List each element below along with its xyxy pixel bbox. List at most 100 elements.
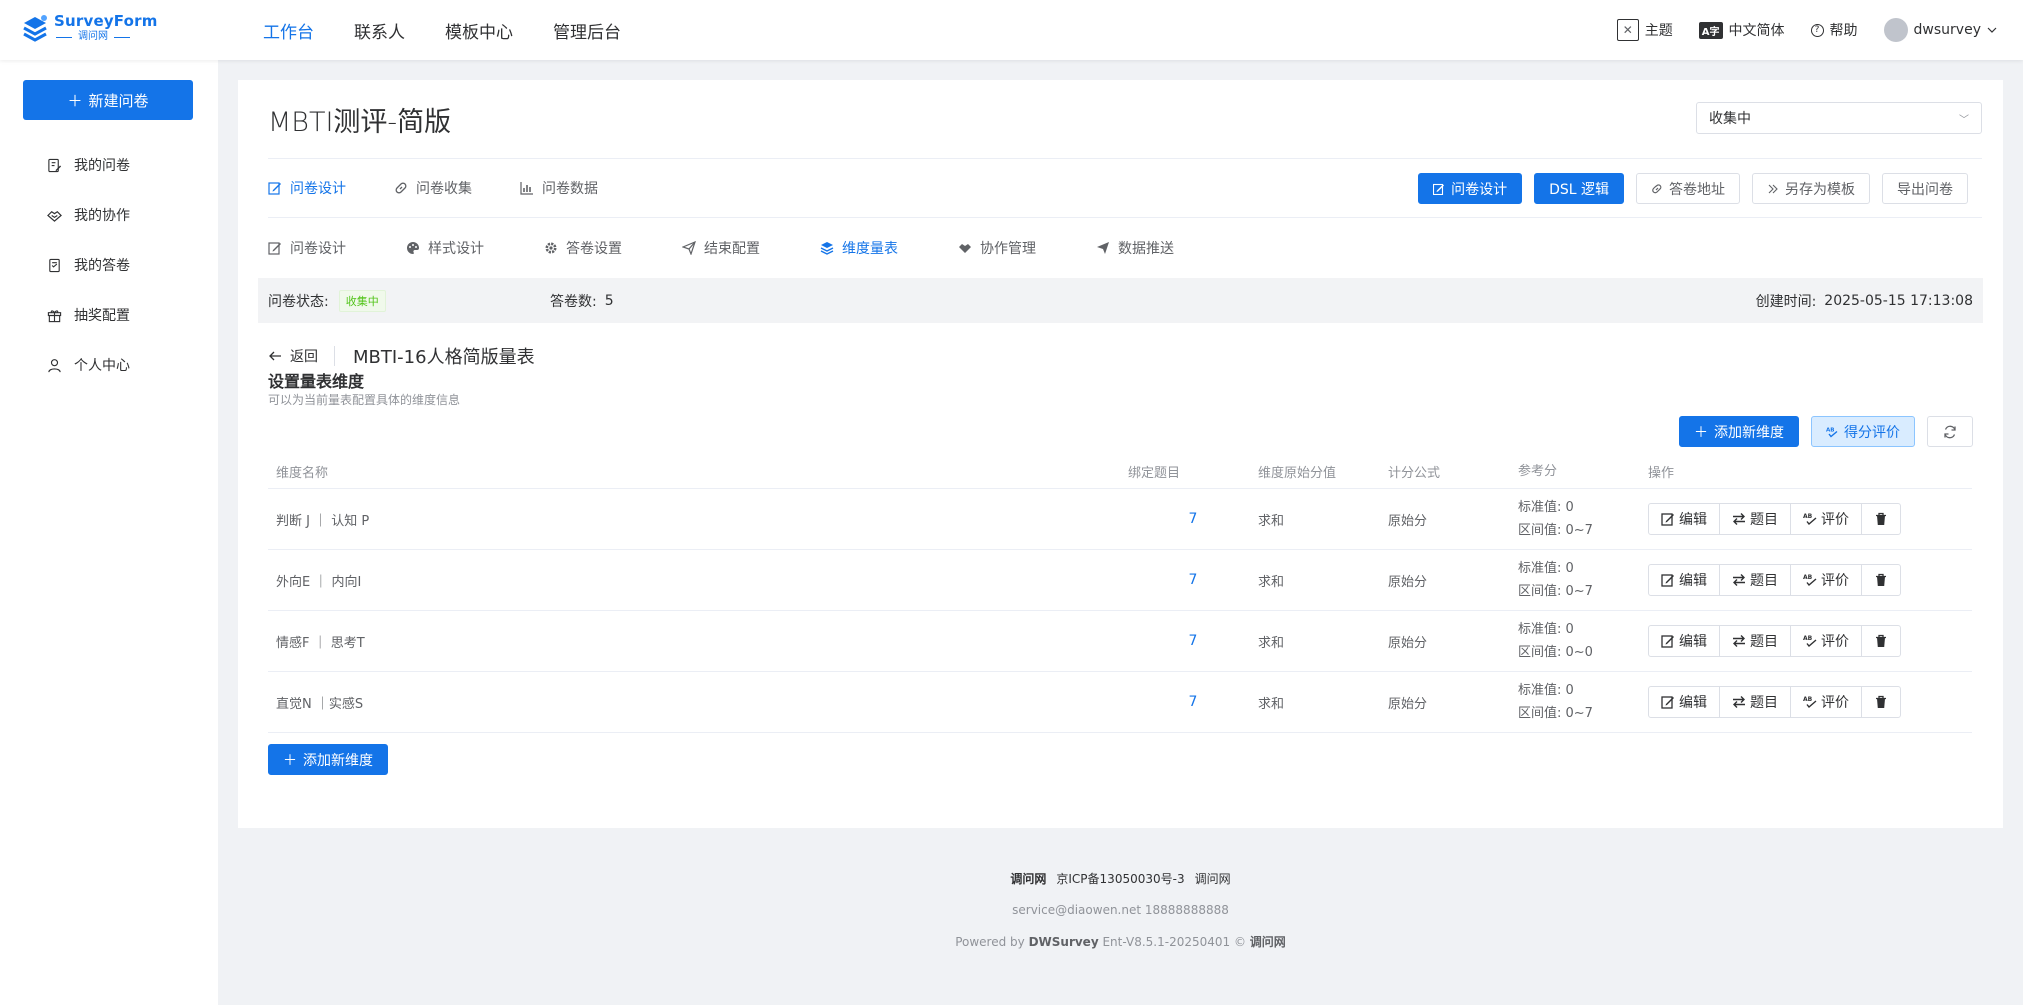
- spellcheck-icon: AB: [1826, 427, 1838, 437]
- language-icon: A字: [1698, 21, 1723, 39]
- chevron-down-icon: ﹀: [1959, 114, 1969, 126]
- nav-admin[interactable]: 管理后台: [553, 18, 621, 43]
- dimension-name: 情感F ｜ 思考T: [276, 635, 365, 651]
- tab-data-push[interactable]: 数据推送: [1096, 238, 1174, 258]
- footer-powered: Powered by DWSurvey Ent-V8.5.1-20250401 …: [955, 935, 1286, 949]
- delete-button[interactable]: [1862, 626, 1900, 656]
- answer-address-button[interactable]: 答卷地址: [1636, 173, 1740, 204]
- tab-survey-design[interactable]: 问卷设计: [268, 178, 346, 198]
- section-title: 设置量表维度: [268, 372, 365, 391]
- edit-icon: [1661, 574, 1674, 587]
- tab-answer-settings[interactable]: 答卷设置: [544, 238, 622, 258]
- footer-brand[interactable]: 调问网: [1010, 870, 1046, 887]
- edit-button[interactable]: 编辑: [1649, 504, 1720, 534]
- delete-button[interactable]: [1862, 565, 1900, 595]
- back-button[interactable]: 返回: [268, 346, 335, 366]
- logo-text: SurveyForm: [54, 12, 158, 30]
- evaluate-button[interactable]: AB 评价: [1791, 504, 1862, 534]
- svg-text:AB: AB: [1803, 574, 1813, 581]
- trash-icon: [1876, 634, 1886, 647]
- questions-button[interactable]: 题目: [1720, 504, 1791, 534]
- help-link[interactable]: ? 帮助: [1810, 20, 1858, 40]
- evaluate-button[interactable]: AB 评价: [1791, 687, 1862, 717]
- questions-button[interactable]: 题目: [1720, 565, 1791, 595]
- trash-icon: [1876, 695, 1886, 708]
- export-survey-button[interactable]: 导出问卷: [1882, 173, 1968, 204]
- score-evaluation-button[interactable]: AB 得分评价: [1811, 416, 1915, 447]
- questions-button[interactable]: 题目: [1720, 687, 1791, 717]
- language-switch[interactable]: A字 中文简体: [1698, 20, 1785, 40]
- tab-style-design[interactable]: 样式设计: [406, 238, 484, 258]
- sidebar-item-lottery[interactable]: 抽奖配置: [0, 290, 218, 340]
- row-operations: 编辑 题目 AB 评价: [1648, 503, 1901, 535]
- svg-text:AB: AB: [1803, 696, 1813, 703]
- footer-contact: service@diaowen.net 18888888888: [1012, 903, 1229, 917]
- section-subtitle: 可以为当前量表配置具体的维度信息: [268, 393, 461, 407]
- questions-button[interactable]: 题目: [1720, 626, 1791, 656]
- nav-template-center[interactable]: 模板中心: [445, 18, 513, 43]
- status-select[interactable]: 收集中 ﹀: [1696, 102, 1982, 134]
- sidebar-item-my-surveys[interactable]: 我的问卷: [0, 140, 218, 190]
- edit-button[interactable]: 编辑: [1649, 687, 1720, 717]
- delete-button[interactable]: [1862, 504, 1900, 534]
- answer-doc-icon: [49, 258, 60, 272]
- link-icon: [1652, 183, 1662, 193]
- new-survey-button[interactable]: ＋ 新建问卷: [23, 80, 193, 120]
- row-operations: 编辑 题目 AB 评价: [1648, 686, 1901, 718]
- add-dimension-bottom-button[interactable]: ＋ 添加新维度: [268, 744, 388, 775]
- sidebar-item-my-answers[interactable]: 我的答卷: [0, 240, 218, 290]
- evaluate-button[interactable]: AB 评价: [1791, 565, 1862, 595]
- nav-contacts[interactable]: 联系人: [354, 18, 405, 43]
- table-row: 外向E ｜ 内向I 7 求和 原始分 标准值: 0 区间值: 0~7 编辑 题目 …: [268, 550, 1972, 611]
- table-row: 情感F ｜ 思考T 7 求和 原始分 标准值: 0 区间值: 0~0 编辑 题目 …: [268, 611, 1972, 672]
- avatar: [1883, 18, 1908, 42]
- user-menu[interactable]: dwsurvey: [1883, 18, 1997, 42]
- tab-dimension-scale[interactable]: 维度量表: [820, 238, 898, 258]
- double-chevron-icon: [1768, 184, 1778, 193]
- refresh-button[interactable]: [1927, 416, 1973, 447]
- tab-survey-collect[interactable]: 问卷收集: [394, 178, 472, 198]
- icp-link[interactable]: 京ICP备13050030号-3: [1056, 870, 1184, 887]
- theme-toggle[interactable]: ✕ 主题: [1616, 19, 1673, 41]
- design-button[interactable]: 问卷设计: [1418, 173, 1523, 204]
- tab-survey-data[interactable]: 问卷数据: [520, 178, 598, 198]
- scale-name: MBTI-16人格简版量表: [353, 347, 535, 368]
- footer: 调问网 京ICP备13050030号-3 调问网 service@diaowen…: [218, 870, 2023, 950]
- dsl-logic-button[interactable]: DSL 逻辑: [1534, 173, 1624, 204]
- bound-question-count[interactable]: 7: [1189, 572, 1198, 588]
- logo[interactable]: SurveyForm 调问网: [22, 13, 158, 43]
- sidebar-menu: 我的问卷 我的协作 我的答卷 抽奖配置 个人中心: [0, 140, 218, 390]
- nav-workbench[interactable]: 工作台: [263, 18, 314, 43]
- tab-collab-manage[interactable]: 协作管理: [958, 238, 1036, 258]
- trash-icon: [1876, 573, 1886, 586]
- tab-question-design[interactable]: 问卷设计: [268, 238, 346, 258]
- sidebar: ＋ 新建问卷 我的问卷 我的协作 我的答卷 抽奖配置 个人中心: [0, 60, 218, 1005]
- delete-button[interactable]: [1862, 687, 1900, 717]
- dimension-table: 维度名称 绑定题目 维度原始分值 计分公式 参考分 操作 判断 J ｜ 认知 P…: [268, 454, 1972, 733]
- sidebar-item-profile[interactable]: 个人中心: [0, 340, 218, 390]
- plus-icon: ＋: [283, 752, 297, 769]
- edit-doc-icon: [48, 158, 62, 172]
- tab-end-config[interactable]: 结束配置: [682, 238, 760, 258]
- edit-button[interactable]: 编辑: [1649, 565, 1720, 595]
- theme-icon: ✕: [1616, 19, 1639, 41]
- plus-icon: ＋: [1694, 424, 1708, 441]
- bound-question-count[interactable]: 7: [1189, 511, 1198, 527]
- save-as-template-button[interactable]: 另存为模板: [1752, 173, 1870, 204]
- secondary-tabs: 问卷设计 样式设计 答卷设置 结束配置 维度量表 协作管理 数据推送: [268, 233, 1174, 263]
- exchange-icon: [1733, 696, 1745, 708]
- gift-icon: [47, 309, 62, 322]
- refresh-icon: [1944, 425, 1956, 438]
- logo-subtext: 调问网: [78, 31, 108, 42]
- bound-question-count[interactable]: 7: [1189, 633, 1198, 649]
- trash-icon: [1876, 512, 1886, 525]
- edit-icon: [1661, 513, 1674, 526]
- edit-button[interactable]: 编辑: [1649, 626, 1720, 656]
- svg-text:AB: AB: [1803, 513, 1813, 520]
- sidebar-item-my-collab[interactable]: 我的协作: [0, 190, 218, 240]
- spellcheck-icon: AB: [1803, 635, 1817, 648]
- bound-question-count[interactable]: 7: [1189, 694, 1198, 710]
- add-dimension-button[interactable]: ＋ 添加新维度: [1679, 416, 1799, 447]
- link-icon: [395, 182, 407, 194]
- evaluate-button[interactable]: AB 评价: [1791, 626, 1862, 656]
